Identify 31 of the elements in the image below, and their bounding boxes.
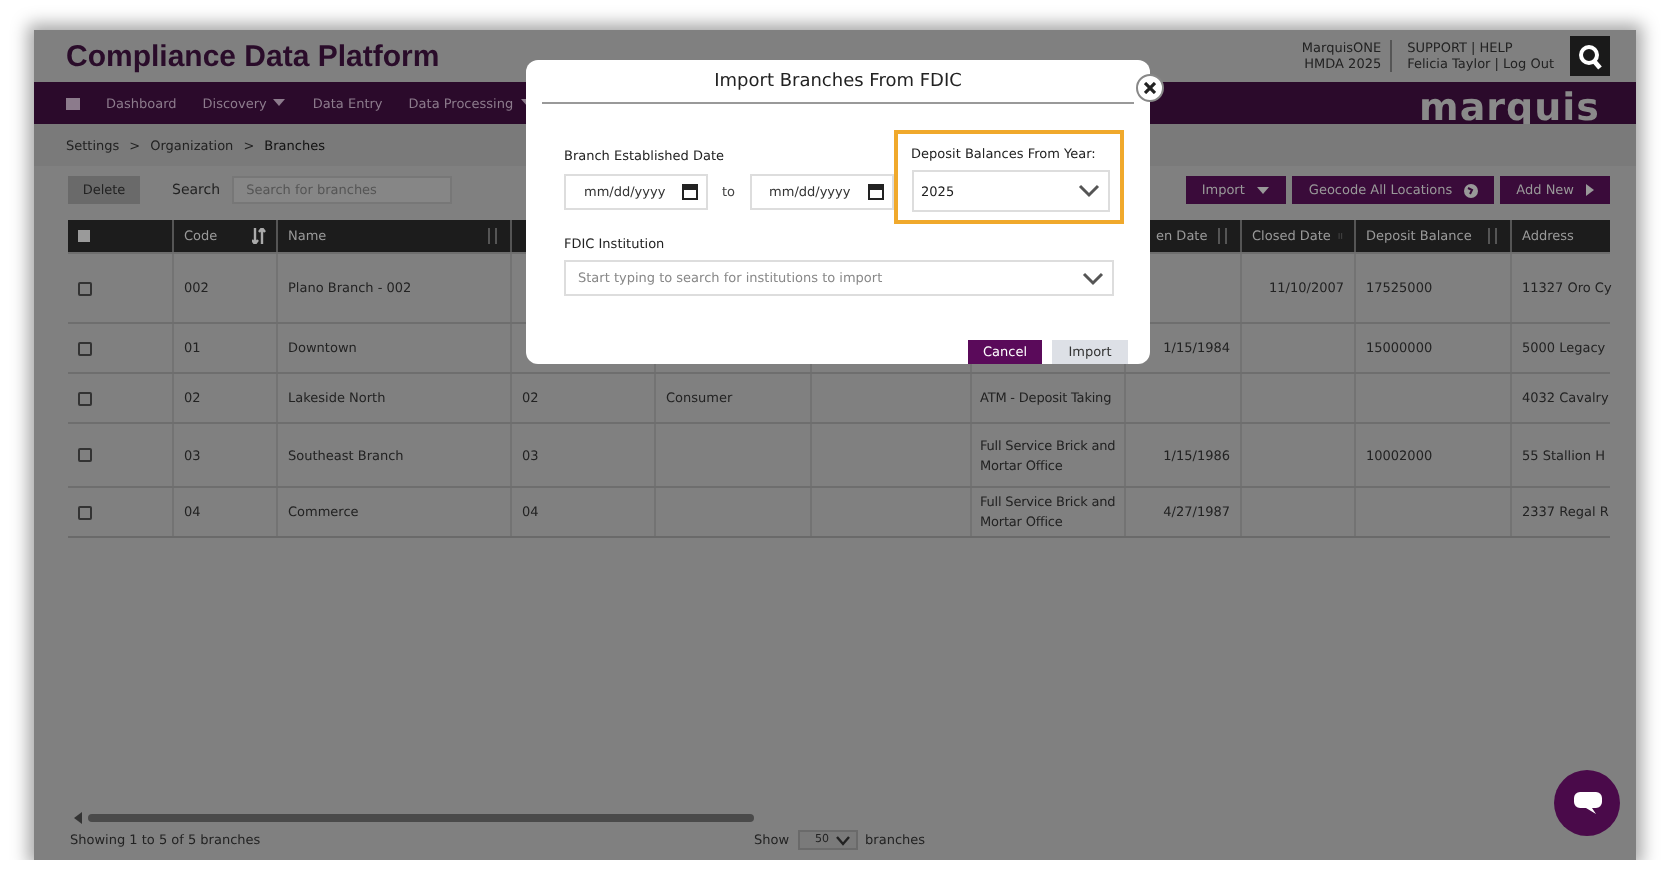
- calendar-icon: [867, 184, 884, 200]
- dialog-title: Import Branches From FDIC: [542, 60, 1134, 104]
- logo: marquis: [1419, 85, 1600, 129]
- calendar-icon: [682, 184, 698, 200]
- scroll-left-icon: [74, 812, 82, 824]
- row-checkbox[interactable]: [78, 341, 92, 355]
- sort-icon: [252, 228, 266, 244]
- menu-icon: [66, 97, 80, 109]
- row-checkbox[interactable]: [78, 448, 92, 462]
- globe-icon: [1464, 183, 1479, 197]
- row-checkbox[interactable]: [78, 391, 92, 405]
- chevron-icon: [1078, 184, 1100, 198]
- row-checkbox[interactable]: [78, 281, 92, 295]
- scrollbar-thumb[interactable]: [88, 814, 754, 822]
- chevron-icon: [835, 835, 850, 845]
- app-title: Compliance Data Platform: [66, 39, 440, 73]
- chat-bubble-icon: [1573, 792, 1601, 814]
- caret-icon: [1256, 185, 1271, 195]
- search-icon: [1578, 43, 1602, 69]
- sort-icon: [1216, 228, 1230, 244]
- sort-icon: [1338, 228, 1344, 244]
- sort-icon: [486, 228, 500, 244]
- select-all-checkbox[interactable]: [78, 230, 90, 242]
- sort-icon: [1486, 228, 1500, 244]
- triangle-icon: [1586, 184, 1594, 196]
- row-checkbox[interactable]: [78, 505, 92, 519]
- chevron-icon: [1082, 271, 1104, 285]
- close-icon: [1144, 82, 1156, 94]
- chat-button[interactable]: [1554, 770, 1620, 836]
- search-button[interactable]: [1570, 36, 1610, 76]
- caret-icon: [272, 98, 287, 108]
